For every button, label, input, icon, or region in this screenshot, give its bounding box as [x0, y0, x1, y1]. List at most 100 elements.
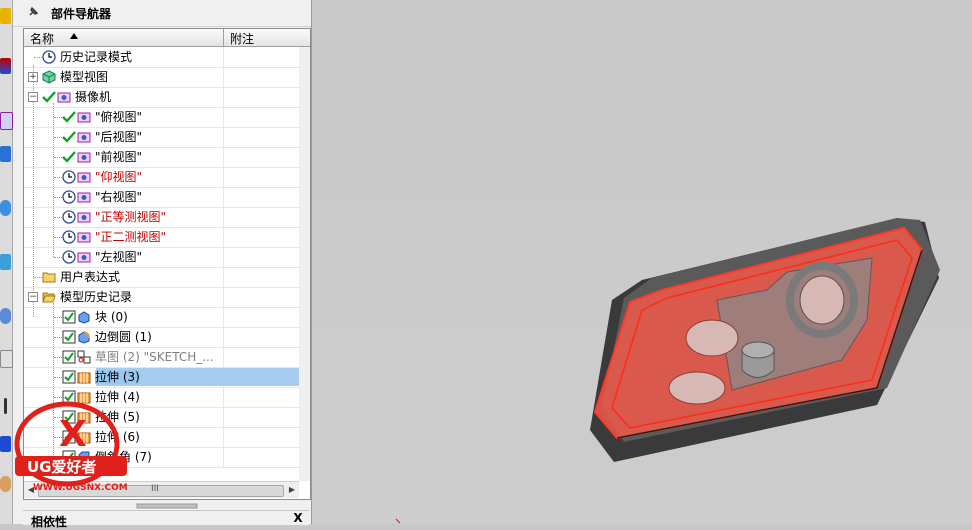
- extrude-icon: [77, 372, 91, 384]
- system-materials-icon[interactable]: [0, 350, 13, 368]
- tree-row-history-mode[interactable]: 历史记录模式: [24, 47, 299, 68]
- checkmark-icon[interactable]: [42, 90, 56, 104]
- tree-row-feature-sketch[interactable]: 草图 (2) "SKETCH_...: [24, 347, 299, 368]
- camera-icon: [77, 112, 91, 123]
- tree-row-label: "右视图": [95, 190, 143, 204]
- tree-row-model-views[interactable]: + 模型视图: [24, 67, 299, 88]
- hole-lower[interactable]: [668, 371, 726, 405]
- tree-row-model-history[interactable]: − 模型历史记录: [24, 287, 299, 308]
- navigator-title: 部件导航器: [51, 7, 112, 21]
- column-divider-line: [223, 347, 224, 367]
- checkmark-icon[interactable]: [62, 110, 76, 124]
- dependencies-title[interactable]: 相依性: [31, 513, 67, 530]
- tree-row-camera-isometric[interactable]: "正等测视图": [24, 207, 299, 228]
- tree-line: [54, 357, 62, 358]
- camera-icon: [77, 152, 91, 163]
- tree-line: [54, 317, 62, 318]
- model-view-cube-icon: [42, 70, 56, 84]
- dependencies-panel: 相依性 X: [23, 510, 309, 529]
- tree-row-feature-block[interactable]: 块 (0): [24, 307, 299, 328]
- tree-row-camera-top[interactable]: "俯视图": [24, 107, 299, 128]
- constraint-navigator-icon[interactable]: [0, 58, 11, 74]
- ugsnx-watermark-logo: X UG爱好者 WWW.UGSNX.COM: [14, 401, 128, 493]
- tree-row-feature-extrude-3[interactable]: 拉伸 (3): [24, 367, 299, 388]
- tree-row-label: 模型视图: [60, 70, 109, 84]
- tree-line: [54, 137, 62, 138]
- column-divider-line: [223, 127, 224, 147]
- tree-row-label: 摄像机: [75, 90, 112, 104]
- tree-line: [54, 337, 62, 338]
- tree-row-camera-front[interactable]: "前视图": [24, 147, 299, 168]
- tree-row-camera-back[interactable]: "后视图": [24, 127, 299, 148]
- panel-splitter[interactable]: [27, 502, 307, 510]
- column-divider-line: [223, 167, 224, 187]
- tree-row-user-expressions[interactable]: 用户表达式: [24, 267, 299, 288]
- tree-row-label: 块 (0): [95, 310, 128, 324]
- tree-row-label: "后视图": [95, 130, 143, 144]
- column-divider-line: [223, 407, 224, 427]
- watermark-brand: UG爱好者: [27, 458, 97, 476]
- column-note-header[interactable]: 附注: [230, 30, 254, 47]
- tree-row-camera-trimetric[interactable]: "正二测视图": [24, 227, 299, 248]
- tree-row-camera-right[interactable]: "右视图": [24, 187, 299, 208]
- reuse-library-icon[interactable]: [0, 146, 11, 162]
- collapse-minus-icon[interactable]: −: [28, 92, 38, 102]
- column-divider-line: [223, 387, 224, 407]
- cylinder-top[interactable]: [741, 341, 775, 359]
- column-divider-line: [223, 307, 224, 327]
- model-view[interactable]: [312, 0, 972, 524]
- column-divider-line: [223, 247, 224, 267]
- column-divider-line: [223, 47, 224, 67]
- column-name-header[interactable]: 名称: [30, 30, 54, 47]
- tree-row-label: "俯视图": [95, 110, 143, 124]
- checkmark-icon[interactable]: [62, 150, 76, 164]
- collapse-minus-icon[interactable]: −: [28, 292, 38, 302]
- navigator-header: 部件导航器: [13, 0, 311, 27]
- camera-icon: [77, 252, 91, 263]
- ring-hole[interactable]: [799, 275, 845, 325]
- camera-icon: [77, 172, 91, 183]
- tree-line: [54, 237, 62, 238]
- column-divider-line: [223, 187, 224, 207]
- part-navigator-icon[interactable]: [0, 112, 13, 130]
- web-browser-icon[interactable]: [0, 254, 11, 270]
- checkbox-checked-icon[interactable]: [62, 370, 76, 384]
- column-divider-line: [223, 447, 224, 467]
- tree-row-feature-edge-blend[interactable]: 边倒圆 (1): [24, 327, 299, 348]
- pin-icon[interactable]: [27, 6, 39, 18]
- column-divider-line: [223, 267, 224, 287]
- scroll-right-arrow-icon[interactable]: ▶: [286, 484, 298, 496]
- tree-row-label: 模型历史记录: [60, 290, 133, 304]
- column-divider-line: [223, 207, 224, 227]
- tree-row-cameras[interactable]: − 摄像机: [24, 87, 299, 108]
- origin-marker: [395, 518, 401, 524]
- clock-icon: [62, 250, 76, 264]
- tree-row-label: 用户表达式: [60, 270, 121, 284]
- camera-icon: [77, 132, 91, 143]
- column-divider[interactable]: [223, 29, 224, 46]
- checkbox-checked-icon[interactable]: [62, 310, 76, 324]
- clock-icon: [62, 170, 76, 184]
- column-divider-line: [223, 67, 224, 87]
- clock-icon: [62, 210, 76, 224]
- collapse-panel-icon[interactable]: X: [291, 511, 305, 525]
- checkbox-checked-icon[interactable]: [62, 350, 76, 364]
- column-divider-line: [223, 287, 224, 307]
- scroll-grip: III: [151, 484, 159, 494]
- hole-upper[interactable]: [685, 319, 739, 357]
- tree-row-camera-bottom[interactable]: "仰视图": [24, 167, 299, 188]
- graphics-window[interactable]: [312, 0, 972, 524]
- column-divider-line: [223, 227, 224, 247]
- hd3d-tools-icon[interactable]: [0, 200, 11, 216]
- checkbox-checked-icon[interactable]: [62, 330, 76, 344]
- tree-row-label: 草图 (2) "SKETCH_...: [95, 350, 214, 364]
- vertical-scrollbar[interactable]: [299, 47, 310, 481]
- checkmark-icon[interactable]: [62, 130, 76, 144]
- expand-plus-icon[interactable]: +: [28, 72, 38, 82]
- tree-row-label: "仰视图": [95, 170, 143, 184]
- history-icon[interactable]: [0, 308, 11, 324]
- tree-row-label: "正等测视图": [95, 210, 167, 224]
- assembly-navigator-icon[interactable]: [0, 8, 11, 24]
- tree-row-camera-left[interactable]: "左视图": [24, 247, 299, 268]
- tree-line: [34, 277, 42, 278]
